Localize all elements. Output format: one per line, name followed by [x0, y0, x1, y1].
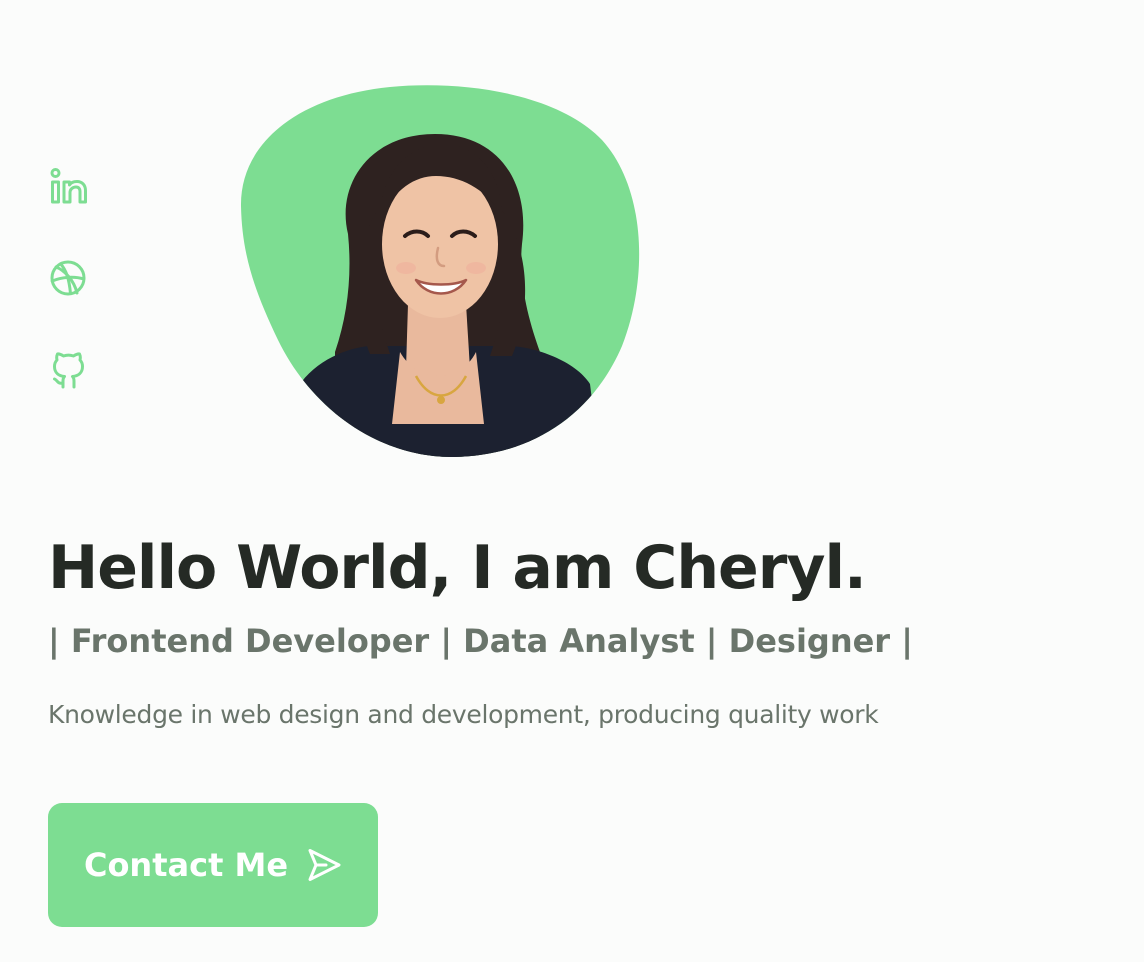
github-icon	[48, 350, 90, 392]
linkedin-link[interactable]	[48, 165, 90, 207]
dribbble-link[interactable]	[48, 258, 90, 300]
contact-me-button[interactable]: Contact Me	[48, 803, 378, 927]
linkedin-icon	[48, 165, 90, 207]
dribbble-icon	[48, 258, 90, 300]
profile-photo	[240, 84, 642, 458]
hero-headline: Hello World, I am Cheryl.	[48, 533, 867, 603]
contact-me-label: Contact Me	[83, 846, 289, 884]
hero-roles: | Frontend Developer | Data Analyst | De…	[48, 622, 913, 660]
hero-description: Knowledge in web design and development,…	[48, 700, 879, 729]
github-link[interactable]	[48, 350, 90, 392]
send-icon	[306, 847, 342, 883]
